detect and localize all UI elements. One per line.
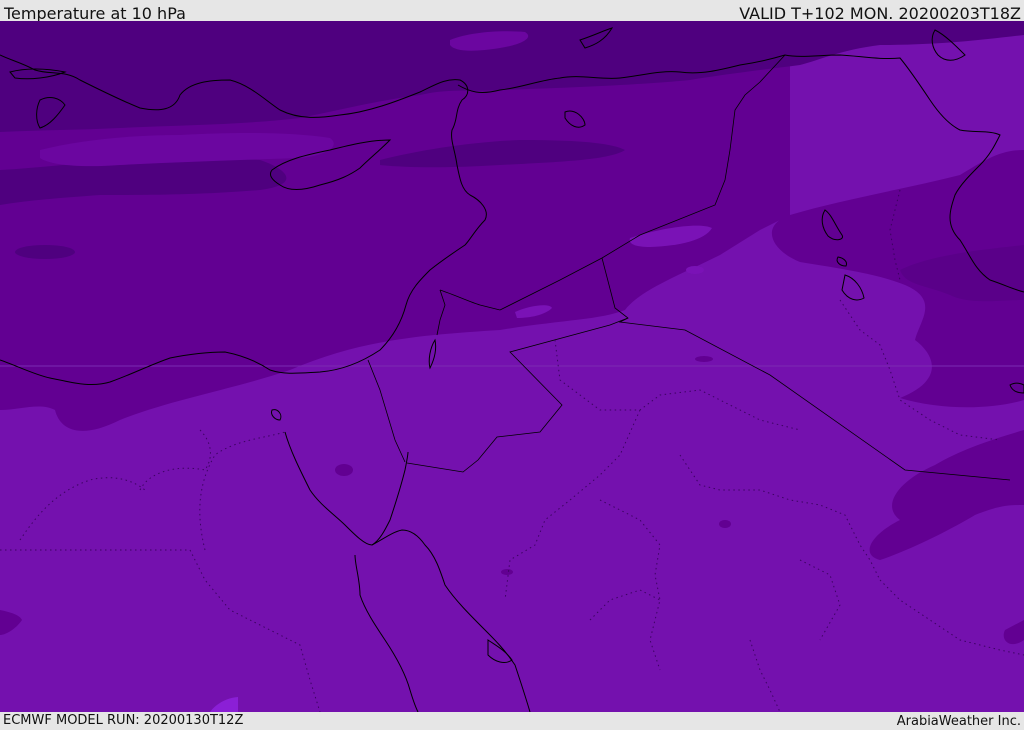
cold-spot-a [335, 464, 353, 476]
model-run-label: ECMWF MODEL RUN: 20200130T12Z [3, 713, 244, 728]
weather-map[interactable] [0, 21, 1024, 712]
warm-spot-e [686, 266, 704, 274]
cold-spot-b [695, 356, 713, 362]
footer-bar: ECMWF MODEL RUN: 20200130T12Z ArabiaWeat… [0, 712, 1024, 729]
cold-spot-c [719, 520, 731, 528]
header-bar: Temperature at 10 hPa VALID T+102 MON. 2… [0, 0, 1024, 23]
cold-pocket-1 [15, 245, 75, 259]
cold-spot-d [501, 569, 513, 575]
credit-label: ArabiaWeather Inc. [896, 714, 1021, 729]
